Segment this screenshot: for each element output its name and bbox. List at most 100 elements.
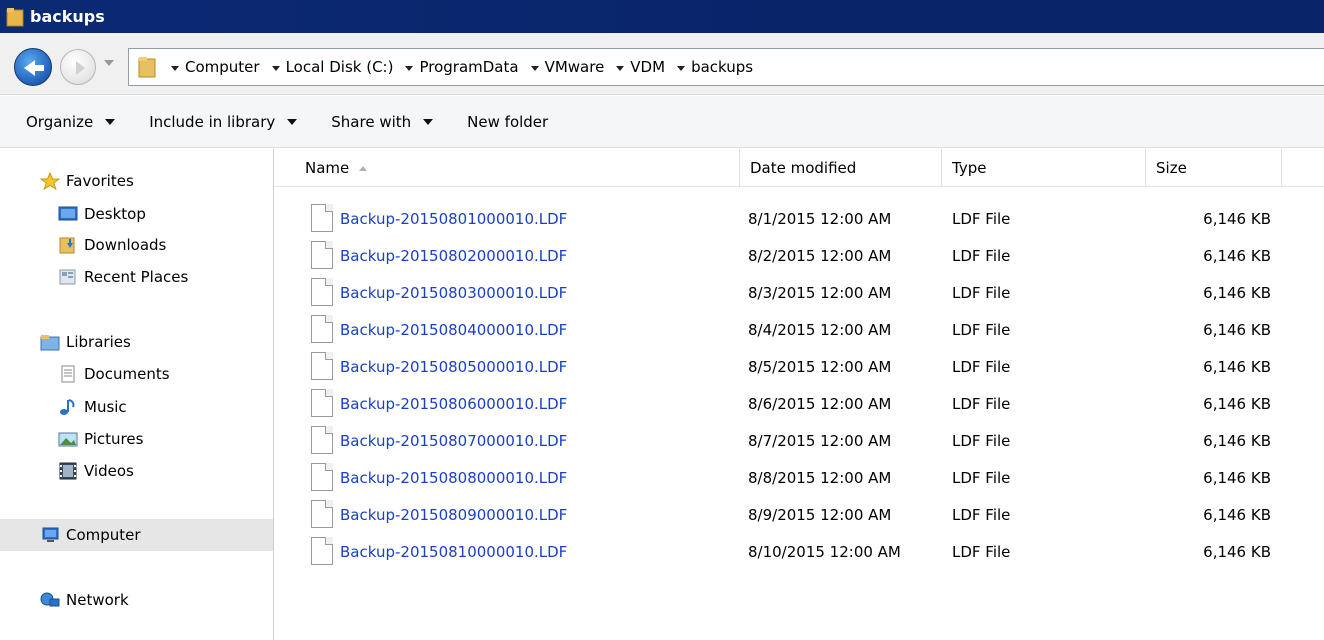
forward-button[interactable] [60, 49, 96, 85]
breadcrumb-vmware[interactable]: VMware [530, 58, 604, 76]
documents-icon [61, 365, 75, 383]
file-date: 8/1/2015 12:00 AM [748, 209, 892, 228]
title-bar: backups [0, 0, 1324, 33]
file-row[interactable]: Backup-20150805000010.LDF 8/5/2015 12:00… [275, 348, 1324, 385]
file-date: 8/7/2015 12:00 AM [748, 431, 892, 450]
breadcrumb-local-disk[interactable]: Local Disk (C:) [271, 58, 393, 76]
file-name: Backup-20150802000010.LDF [340, 246, 568, 265]
file-date: 8/8/2015 12:00 AM [748, 468, 892, 487]
nav-downloads[interactable]: Downloads [58, 232, 166, 258]
breadcrumb-programdata[interactable]: ProgramData [405, 58, 519, 76]
file-row[interactable]: Backup-20150803000010.LDF 8/3/2015 12:00… [275, 274, 1324, 311]
libraries-icon [40, 335, 60, 351]
column-header-size[interactable]: Size [1146, 149, 1282, 187]
file-type: LDF File [952, 283, 1011, 302]
file-icon [311, 241, 333, 269]
navigation-pane: Favorites Desktop Downloads Recent Place… [0, 149, 274, 640]
file-size: 6,146 KB [1203, 246, 1271, 265]
folder-icon [138, 57, 156, 78]
file-name: Backup-20150804000010.LDF [340, 320, 568, 339]
nav-network[interactable]: Network [40, 587, 129, 613]
computer-icon [42, 527, 59, 542]
file-icon [311, 278, 333, 306]
file-date: 8/6/2015 12:00 AM [748, 394, 892, 413]
dropdown-arrow-icon [105, 118, 116, 125]
nav-documents[interactable]: Documents [58, 361, 170, 387]
file-name: Backup-20150808000010.LDF [340, 468, 568, 487]
back-button[interactable] [14, 48, 52, 86]
file-type: LDF File [952, 209, 1011, 228]
organize-button[interactable]: Organize [26, 113, 116, 131]
breadcrumb-computer[interactable]: Computer [171, 58, 260, 76]
file-name: Backup-20150801000010.LDF [340, 209, 568, 228]
file-size: 6,146 KB [1203, 357, 1271, 376]
file-row[interactable]: Backup-20150804000010.LDF 8/4/2015 12:00… [275, 311, 1324, 348]
column-header-name[interactable]: Name [295, 149, 740, 187]
column-headers: Name Date modified Type Size [275, 149, 1324, 187]
file-date: 8/2/2015 12:00 AM [748, 246, 892, 265]
desktop-icon [58, 206, 78, 221]
nav-videos[interactable]: Videos [58, 458, 134, 484]
recent-pages-dropdown[interactable] [104, 60, 114, 66]
nav-libraries[interactable]: Libraries [40, 329, 131, 355]
file-name: Backup-20150809000010.LDF [340, 505, 568, 524]
share-with-button[interactable]: Share with [331, 113, 434, 131]
nav-recent-places[interactable]: Recent Places [58, 264, 188, 290]
file-size: 6,146 KB [1203, 468, 1271, 487]
recent-places-icon [59, 269, 76, 285]
file-row[interactable]: Backup-20150807000010.LDF 8/7/2015 12:00… [275, 422, 1324, 459]
include-in-library-button[interactable]: Include in library [149, 113, 298, 131]
file-row[interactable]: Backup-20150809000010.LDF 8/9/2015 12:00… [275, 496, 1324, 533]
nav-desktop[interactable]: Desktop [58, 201, 146, 227]
file-name: Backup-20150803000010.LDF [340, 283, 568, 302]
breadcrumb-backups[interactable]: backups [677, 58, 753, 76]
nav-computer[interactable]: Computer [0, 519, 273, 551]
file-date: 8/3/2015 12:00 AM [748, 283, 892, 302]
file-name: Backup-20150807000010.LDF [340, 431, 568, 450]
column-header-type[interactable]: Type [942, 149, 1146, 187]
new-folder-button[interactable]: New folder [467, 113, 548, 131]
pictures-icon [58, 432, 78, 447]
file-type: LDF File [952, 246, 1011, 265]
dropdown-arrow-icon [287, 118, 298, 125]
file-size: 6,146 KB [1203, 320, 1271, 339]
chevron-down-icon[interactable] [677, 65, 686, 71]
file-list: Name Date modified Type Size Backup-2015… [275, 149, 1324, 640]
file-row[interactable]: Backup-20150808000010.LDF 8/8/2015 12:00… [275, 459, 1324, 496]
file-name: Backup-20150806000010.LDF [340, 394, 568, 413]
file-icon [311, 352, 333, 380]
nav-favorites[interactable]: Favorites [40, 168, 134, 194]
file-name: Backup-20150810000010.LDF [340, 542, 568, 561]
file-row[interactable]: Backup-20150810000010.LDF 8/10/2015 12:0… [275, 533, 1324, 570]
folder-icon [6, 7, 24, 26]
chevron-down-icon[interactable] [530, 65, 539, 71]
column-header-date-modified[interactable]: Date modified [740, 149, 942, 187]
file-size: 6,146 KB [1203, 394, 1271, 413]
file-date: 8/4/2015 12:00 AM [748, 320, 892, 339]
file-name: Backup-20150805000010.LDF [340, 357, 568, 376]
chevron-down-icon[interactable] [405, 65, 414, 71]
file-row[interactable]: Backup-20150806000010.LDF 8/6/2015 12:00… [275, 385, 1324, 422]
file-type: LDF File [952, 431, 1011, 450]
file-icon [311, 204, 333, 232]
chevron-down-icon[interactable] [171, 65, 179, 71]
file-icon [311, 315, 333, 343]
file-type: LDF File [952, 505, 1011, 524]
address-bar-area: Computer Local Disk (C:) ProgramData VMw… [0, 33, 1324, 95]
address-bar[interactable]: Computer Local Disk (C:) ProgramData VMw… [128, 48, 1324, 86]
breadcrumb-vdm[interactable]: VDM [616, 58, 665, 76]
file-icon [311, 463, 333, 491]
chevron-down-icon[interactable] [616, 65, 625, 71]
file-type: LDF File [952, 357, 1011, 376]
chevron-down-icon[interactable] [271, 65, 280, 71]
window-title: backups [30, 7, 105, 26]
file-row[interactable]: Backup-20150802000010.LDF 8/2/2015 12:00… [275, 237, 1324, 274]
file-date: 8/10/2015 12:00 AM [748, 542, 901, 561]
file-size: 6,146 KB [1203, 283, 1271, 302]
nav-pictures[interactable]: Pictures [58, 426, 143, 452]
nav-music[interactable]: Music [58, 394, 127, 420]
file-row[interactable]: Backup-20150801000010.LDF 8/1/2015 12:00… [275, 200, 1324, 237]
videos-icon [59, 462, 77, 480]
file-type: LDF File [952, 542, 1011, 561]
file-icon [311, 537, 333, 565]
